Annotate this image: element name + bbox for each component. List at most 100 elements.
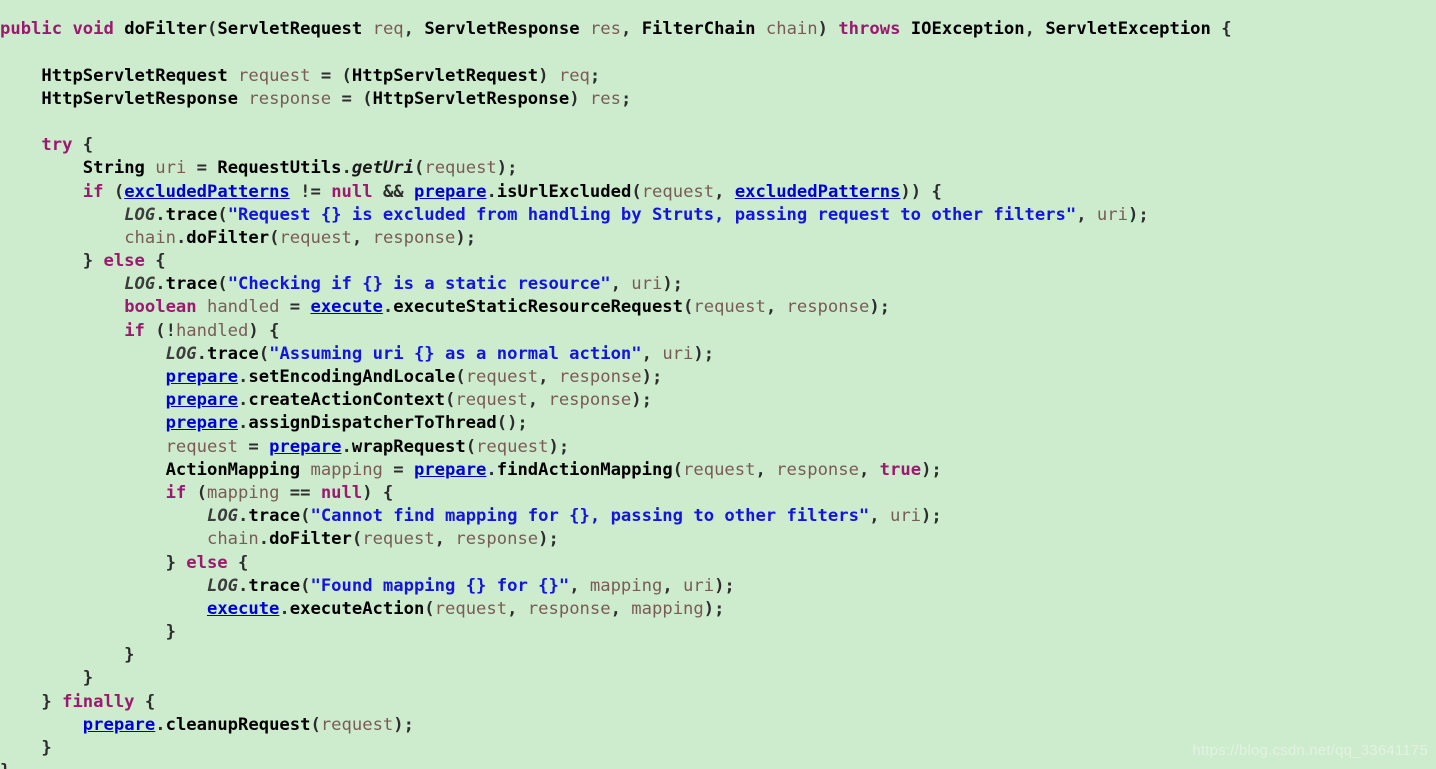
code-token-pun: ) <box>817 19 839 40</box>
code-token-fld: prepare <box>165 413 239 434</box>
code-token-pun: . <box>155 204 166 225</box>
code-token-mth: cleanupRequest <box>165 714 311 735</box>
code-token-pun: , <box>351 227 373 248</box>
code-token-pun: ( <box>310 714 321 735</box>
code-token-type: ServletResponse <box>424 19 580 40</box>
code-token-str: "Assuming uri {} as a normal action" <box>269 343 642 364</box>
code-token-type: ServletRequest <box>217 19 363 40</box>
code-line: execute.executeAction(request, response,… <box>0 598 1232 621</box>
code-token-pun: . <box>238 506 249 527</box>
code-line: prepare.setEncodingAndLocale(request, re… <box>0 366 1232 389</box>
code-token-fld: prepare <box>82 714 156 735</box>
code-token-pun: ( <box>103 181 125 202</box>
code-token-pun: )) { <box>900 181 942 202</box>
code-token-par: res <box>589 88 621 109</box>
code-token-pun: , <box>610 598 632 619</box>
code-line: LOG.trace("Found mapping {} for {}", map… <box>0 575 1232 598</box>
code-token-par: chain <box>206 529 259 550</box>
code-token-sfld: LOG <box>124 274 156 295</box>
code-line: request = prepare.wrapRequest(request); <box>0 436 1232 459</box>
code-token-par: uri <box>662 343 694 364</box>
code-screenshot-surface: public void doFilter(ServletRequest req,… <box>0 0 1436 769</box>
code-token-pun: ); <box>631 390 652 411</box>
code-token-par: mapping <box>310 459 383 480</box>
code-token-pun: . <box>238 413 249 434</box>
code-token-pun: , <box>434 529 456 550</box>
code-token-pun: ); <box>393 714 414 735</box>
code-token-kw: boolean <box>124 297 197 318</box>
code-line: } <box>0 667 1232 690</box>
code-token-mth: assignDispatcherToThread <box>248 413 497 434</box>
code-token-pun: ( <box>207 19 218 40</box>
code-token-pun: , <box>1024 19 1046 40</box>
code-token-fld: prepare <box>413 459 487 480</box>
code-token-pun: . <box>258 529 270 550</box>
code-token-pun: . <box>486 181 497 202</box>
code-line: String uri = RequestUtils.getUri(request… <box>0 157 1232 180</box>
code-line: ActionMapping mapping = prepare.findActi… <box>0 459 1232 482</box>
code-token-pun: ); <box>641 367 663 387</box>
code-token-mth: trace <box>248 506 301 527</box>
code-token-pun: , <box>610 274 632 295</box>
code-token-str: "Found mapping {} for {}" <box>310 575 570 596</box>
code-token-par: response <box>455 529 539 550</box>
code-token-par: request <box>476 436 549 457</box>
code-line: LOG.trace("Request {} is excluded from h… <box>0 204 1232 227</box>
code-token-par: res <box>589 19 621 40</box>
code-token-par: response <box>776 459 859 480</box>
code-line: if (mapping == null) { <box>0 482 1232 505</box>
code-token-par: request <box>320 714 394 735</box>
java-code-listing[interactable]: public void doFilter(ServletRequest req,… <box>0 17 1232 769</box>
code-token-pun: } <box>0 761 10 769</box>
code-token-par: request <box>362 529 435 550</box>
code-token-fld: excludedPatterns <box>734 181 901 202</box>
code-token-pun: ( <box>217 274 228 295</box>
code-token-pun: ); <box>921 506 942 527</box>
code-token-pun: { <box>144 251 166 272</box>
code-token-pun: (! <box>144 320 176 341</box>
code-token-mth: doFilter <box>124 19 208 40</box>
code-token-par: handled <box>206 297 280 318</box>
code-token-pun: ( <box>300 506 311 527</box>
code-token-par: response <box>527 598 611 619</box>
code-token-pun: } <box>0 668 94 689</box>
code-token-pun: ); <box>703 598 725 619</box>
code-token-pun: , <box>403 19 425 40</box>
code-line: HttpServletResponse response = (HttpServ… <box>0 88 1232 111</box>
code-token-mth: trace <box>206 343 259 364</box>
code-token-fld: prepare <box>414 181 487 202</box>
code-token-type: HttpServletResponse <box>372 88 570 109</box>
code-token-pun: ( <box>300 575 311 596</box>
code-token-pun: , <box>1076 204 1097 225</box>
code-token-par: request <box>238 65 311 86</box>
code-token-fld: prepare <box>165 390 239 411</box>
code-line: HttpServletRequest request = (HttpServle… <box>0 65 1232 88</box>
code-token-pun: , <box>527 390 549 411</box>
code-token-pun: ( <box>269 227 280 248</box>
code-token-pun: { <box>72 135 94 156</box>
code-token-type: RequestUtils <box>217 158 342 179</box>
code-token-type: ServletException <box>1045 19 1211 40</box>
code-token-str: "Checking if {} is a static resource" <box>227 274 611 295</box>
code-token-kw: if <box>124 320 145 341</box>
code-token-par: uri <box>155 158 187 179</box>
code-token-pun: , <box>641 343 663 364</box>
code-token-pun: ) { <box>248 320 280 341</box>
code-token-sfld: LOG <box>124 204 156 225</box>
